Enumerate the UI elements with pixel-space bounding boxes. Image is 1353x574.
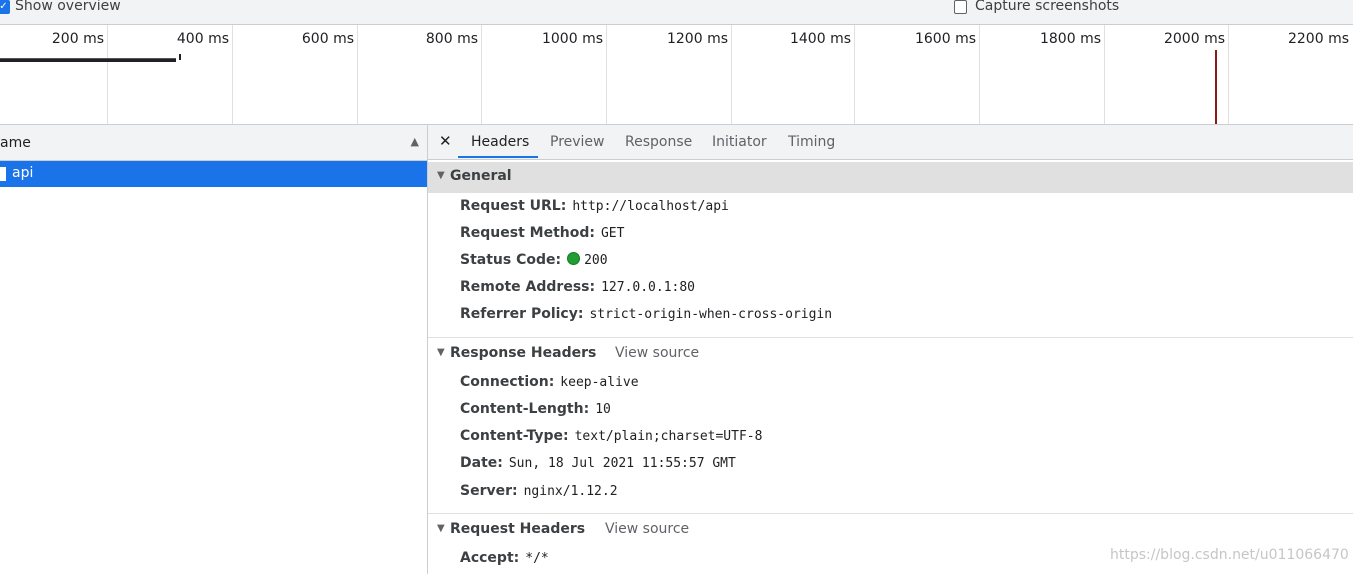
header-value: keep-alive: [560, 375, 639, 390]
timeline-tick: 2200 ms: [1287, 31, 1349, 47]
network-settings-bar: ✓ Show overview Capture screenshots: [0, 0, 1353, 25]
timeline-tick: 200 ms: [0, 25, 108, 124]
timeline-tick: 400 ms: [108, 25, 233, 124]
header-row: Remote Address: 127.0.0.1:80: [460, 279, 695, 301]
request-timing-bar-end: [179, 54, 181, 60]
timeline-tick: 2000 ms: [1105, 25, 1229, 124]
triangle-up-icon[interactable]: ▲: [411, 135, 419, 148]
header-value: http://localhost/api: [572, 199, 729, 214]
header-key: Connection:: [460, 374, 555, 390]
request-timing-bar: [0, 58, 176, 62]
header-value: 127.0.0.1:80: [601, 280, 696, 295]
header-key: Referrer Policy:: [460, 306, 584, 322]
header-row: Content-Length: 10: [460, 401, 611, 423]
header-value: GET: [600, 226, 625, 241]
header-key: Request Method:: [460, 225, 595, 241]
timeline-tick: 800 ms: [358, 25, 482, 124]
header-key: Status Code:: [460, 252, 562, 268]
name-column-header[interactable]: ame: [0, 135, 31, 151]
capture-screenshots-checkbox[interactable]: [954, 0, 967, 14]
detail-tabbar: ✕ Headers Preview Response Initiator Tim…: [428, 125, 1353, 160]
section-title: Request Headers: [450, 521, 586, 537]
header-row: Content-Type: text/plain;charset=UTF-8: [460, 428, 762, 450]
header-key: Content-Type:: [460, 428, 569, 444]
header-row: Accept: */*: [460, 550, 549, 572]
header-key: Accept:: [460, 550, 520, 566]
timeline-tick: 1000 ms: [482, 25, 607, 124]
show-overview-label[interactable]: Show overview: [15, 0, 121, 14]
triangle-down-icon: ▼: [437, 523, 445, 534]
header-value: */*: [525, 551, 549, 566]
general-section-header[interactable]: ▼ General: [428, 162, 1353, 193]
request-name[interactable]: api: [12, 165, 33, 181]
request-headers-section-header[interactable]: ▼ Request Headers View source: [428, 515, 1353, 546]
tab-initiator[interactable]: Initiator: [712, 134, 767, 150]
header-key: Date:: [460, 455, 503, 471]
overview-timeline[interactable]: 200 ms 400 ms 600 ms 800 ms 1000 ms 1200…: [0, 25, 1353, 125]
tab-timing[interactable]: Timing: [788, 134, 835, 150]
header-row: Request Method: GET: [460, 225, 624, 247]
header-key: Remote Address:: [460, 279, 596, 295]
header-value: text/plain;charset=UTF-8: [574, 429, 763, 444]
header-key: Content-Length:: [460, 401, 590, 417]
load-event-marker: [1215, 50, 1217, 124]
watermark-text: https://blog.csdn.net/u011066470: [1110, 547, 1349, 563]
status-ok-icon: [567, 252, 581, 265]
timeline-tick: 1200 ms: [607, 25, 732, 124]
header-value: 200: [584, 253, 608, 268]
request-list-header[interactable]: ame ▲: [0, 125, 427, 161]
header-value: Sun, 18 Jul 2021 11:55:57 GMT: [508, 456, 736, 471]
timeline-tick: 1400 ms: [732, 25, 855, 124]
response-headers-section-header[interactable]: ▼ Response Headers View source: [428, 339, 1353, 370]
tab-preview[interactable]: Preview: [550, 134, 605, 150]
tab-response[interactable]: Response: [625, 134, 692, 150]
close-icon[interactable]: ✕: [439, 132, 452, 150]
header-key: Request URL:: [460, 198, 567, 214]
header-value: strict-origin-when-cross-origin: [589, 307, 833, 322]
request-list: ame ▲ api: [0, 125, 428, 574]
section-title: Response Headers: [450, 345, 597, 361]
header-row: Referrer Policy: strict-origin-when-cross…: [460, 306, 832, 328]
triangle-down-icon: ▼: [437, 347, 445, 358]
view-source-link[interactable]: View source: [605, 521, 689, 537]
header-row: Date: Sun, 18 Jul 2021 11:55:57 GMT: [460, 455, 736, 477]
timeline-tick: 1800 ms: [980, 25, 1105, 124]
triangle-down-icon: ▼: [437, 170, 445, 181]
active-tab-indicator: [458, 156, 538, 158]
capture-screenshots-label[interactable]: Capture screenshots: [975, 0, 1119, 14]
request-detail-panel: ✕ Headers Preview Response Initiator Tim…: [428, 125, 1353, 574]
view-source-link[interactable]: View source: [615, 345, 699, 361]
timeline-tick: 600 ms: [233, 25, 358, 124]
header-value: nginx/1.12.2: [523, 484, 618, 499]
request-row[interactable]: api: [0, 161, 427, 187]
header-row: Request URL: http://localhost/api: [460, 198, 729, 220]
header-value: 10: [595, 402, 611, 417]
header-row: Status Code: 200: [460, 252, 608, 274]
section-divider: [428, 337, 1353, 338]
header-key: Server:: [460, 483, 518, 499]
header-row: Connection: keep-alive: [460, 374, 639, 396]
header-row: Server: nginx/1.12.2: [460, 483, 618, 505]
show-overview-checkbox[interactable]: ✓: [0, 0, 10, 14]
section-title: General: [450, 168, 512, 184]
tab-headers[interactable]: Headers: [471, 134, 529, 150]
section-divider: [428, 513, 1353, 514]
timeline-tick: 1600 ms: [855, 25, 980, 124]
document-icon: [0, 167, 6, 181]
